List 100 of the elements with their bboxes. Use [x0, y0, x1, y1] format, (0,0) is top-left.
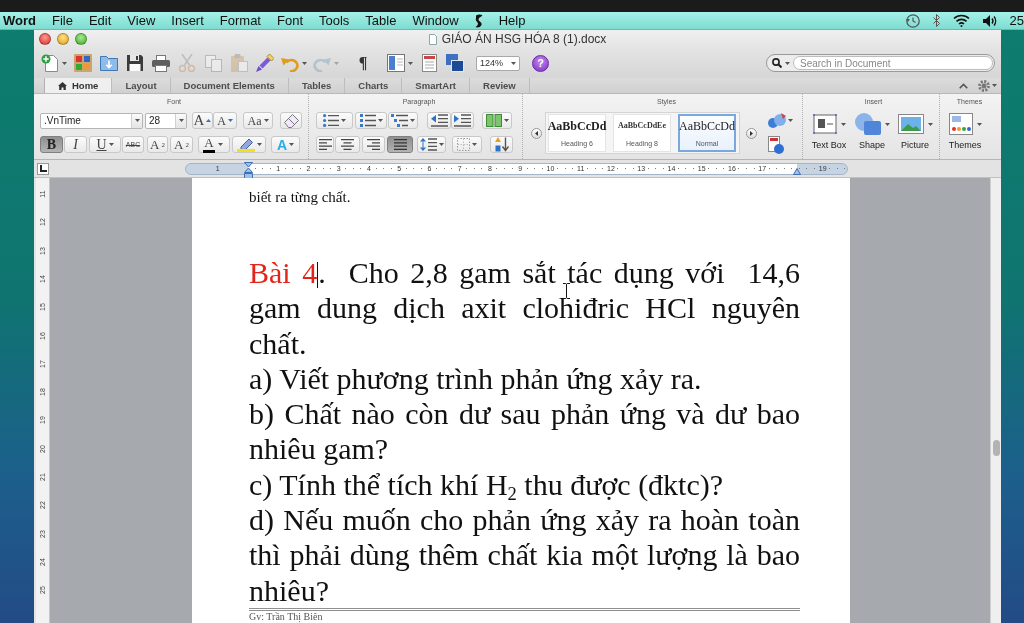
- app-menu[interactable]: Word: [3, 12, 36, 29]
- ribbon-tab[interactable]: Document Elements: [170, 78, 289, 93]
- columns-button[interactable]: [482, 112, 512, 129]
- ribbon-tab[interactable]: SmartArt: [402, 78, 470, 93]
- caret-icon: [410, 119, 415, 122]
- left-triangle-icon: [535, 130, 538, 136]
- shrink-font-button[interactable]: A: [213, 112, 237, 129]
- numbering-button[interactable]: [355, 112, 387, 129]
- menu-item[interactable]: View: [127, 12, 156, 29]
- themes-button[interactable]: Themes: [944, 111, 986, 150]
- paintbrush-icon: [256, 54, 274, 72]
- close-button[interactable]: [39, 33, 51, 45]
- font-name-field[interactable]: .VnTime: [40, 112, 143, 129]
- question-text: d) Nếu muốn cho phản ứng xảy ra hoàn toàn thì phải dùng thêm chất kia một lượng là bao nhiêu?: [249, 502, 800, 608]
- picture-button[interactable]: Picture: [895, 111, 935, 150]
- bullets-button[interactable]: [316, 112, 353, 129]
- tab-stop-icon: [39, 165, 47, 172]
- menu-item[interactable]: Table: [365, 12, 397, 29]
- caret-icon: [134, 119, 140, 122]
- zoom-button[interactable]: [75, 33, 87, 45]
- tab-stop-button[interactable]: [37, 162, 49, 175]
- menu-item[interactable]: Tools: [319, 12, 350, 29]
- bulleted-list-icon: [323, 114, 339, 127]
- text-box-button[interactable]: Text Box: [808, 111, 850, 150]
- menu-item[interactable]: File: [52, 12, 73, 29]
- line-spacing-button[interactable]: [417, 136, 446, 153]
- ribbon-settings-button[interactable]: [978, 79, 997, 92]
- decrease-indent-button[interactable]: [427, 112, 451, 129]
- ribbon-tab[interactable]: Charts: [345, 78, 403, 93]
- shape-button[interactable]: Shape: [854, 111, 890, 150]
- menu-item[interactable]: Format: [219, 12, 261, 29]
- caret-icon: [511, 61, 516, 65]
- line-spacing-icon: [419, 138, 437, 151]
- footer-text: Gv: Trần Thị Biên: [249, 610, 324, 622]
- grow-font-button[interactable]: A: [192, 112, 213, 129]
- style-sets-button[interactable]: [768, 112, 793, 129]
- borders-button[interactable]: [452, 136, 482, 153]
- align-left-button[interactable]: [316, 136, 334, 153]
- menu-item[interactable]: Edit: [88, 12, 112, 29]
- volume-icon: [982, 14, 997, 27]
- menu-clock[interactable]: 25: [1009, 12, 1024, 29]
- bold-button[interactable]: B: [40, 136, 63, 153]
- caret-icon: [785, 61, 790, 65]
- clear-formatting-button[interactable]: [280, 112, 302, 129]
- align-right-button[interactable]: [362, 136, 385, 153]
- justify-button[interactable]: [387, 136, 413, 153]
- caret-icon: [840, 122, 846, 126]
- script-icon: [474, 13, 483, 28]
- eraser-icon: [283, 113, 299, 128]
- menu-item[interactable]: Insert: [171, 12, 204, 29]
- scrollbar-thumb[interactable]: [992, 440, 1000, 456]
- search-field[interactable]: Search in Document: [766, 54, 995, 72]
- question-text: b) Chất nào còn dư sau phản ứng và dư bao nhiêu gam?: [249, 396, 800, 467]
- ribbon-tab[interactable]: Layout: [112, 78, 171, 93]
- caret-icon: [408, 61, 413, 65]
- collapse-ribbon-button[interactable]: [959, 82, 968, 89]
- font-size-field[interactable]: 28: [145, 112, 187, 129]
- zoom-dropdown[interactable]: 124%: [476, 55, 520, 71]
- superscript-button[interactable]: A$^{2}$: [147, 136, 168, 153]
- vertical-scrollbar[interactable]: [990, 178, 1001, 623]
- style-preview: AaBbCcDd: [547, 119, 607, 133]
- ribbon-tab[interactable]: Review: [470, 78, 530, 93]
- sort-button[interactable]: [490, 136, 513, 153]
- numbered-list-icon: [359, 114, 376, 127]
- sidebar-button[interactable]: [384, 52, 416, 74]
- increase-indent-icon: [454, 114, 471, 127]
- caret-icon: [334, 61, 339, 65]
- caret-icon: [178, 119, 184, 122]
- highlight-button[interactable]: [232, 136, 266, 153]
- page-lines-icon: [421, 54, 437, 72]
- underline-button[interactable]: U: [89, 136, 121, 153]
- change-case-button[interactable]: Aa: [243, 112, 273, 129]
- caret-icon: [377, 119, 383, 122]
- multilevel-list-button[interactable]: [388, 112, 418, 129]
- caret-icon: [438, 143, 444, 146]
- minimize-button[interactable]: [57, 33, 69, 45]
- sidebar-panel-icon: [387, 54, 405, 72]
- folder-icon: [100, 55, 118, 71]
- font-color-button[interactable]: A: [198, 136, 230, 153]
- increase-indent-button[interactable]: [451, 112, 474, 129]
- caret-icon: [302, 61, 307, 65]
- question-text: c) Tính thể tích khí H$_{2}$ thu được (đktc)?: [249, 466, 725, 503]
- caret-icon: [108, 143, 114, 146]
- scissors-icon: [178, 54, 196, 72]
- show-formatting-button[interactable]: ¶: [350, 52, 376, 74]
- menu-item[interactable]: Font: [277, 12, 303, 29]
- next-styles-button[interactable]: [746, 127, 757, 139]
- previous-styles-button[interactable]: [531, 127, 542, 139]
- menu-item[interactable]: Window: [412, 12, 459, 29]
- align-center-button[interactable]: [335, 136, 360, 153]
- multilevel-list-icon: [391, 114, 408, 127]
- search-icon: [772, 58, 782, 68]
- house-icon: [58, 81, 67, 90]
- menu-item[interactable]: Help: [498, 12, 526, 29]
- ribbon-tab[interactable]: Home: [44, 78, 113, 93]
- ribbon-tab[interactable]: Tables: [288, 78, 346, 93]
- italic-button[interactable]: I: [64, 136, 87, 153]
- chevron-up-icon: [959, 82, 968, 89]
- style-preview: AaBbCcDdEe: [618, 120, 666, 132]
- sort-icon: [494, 137, 509, 152]
